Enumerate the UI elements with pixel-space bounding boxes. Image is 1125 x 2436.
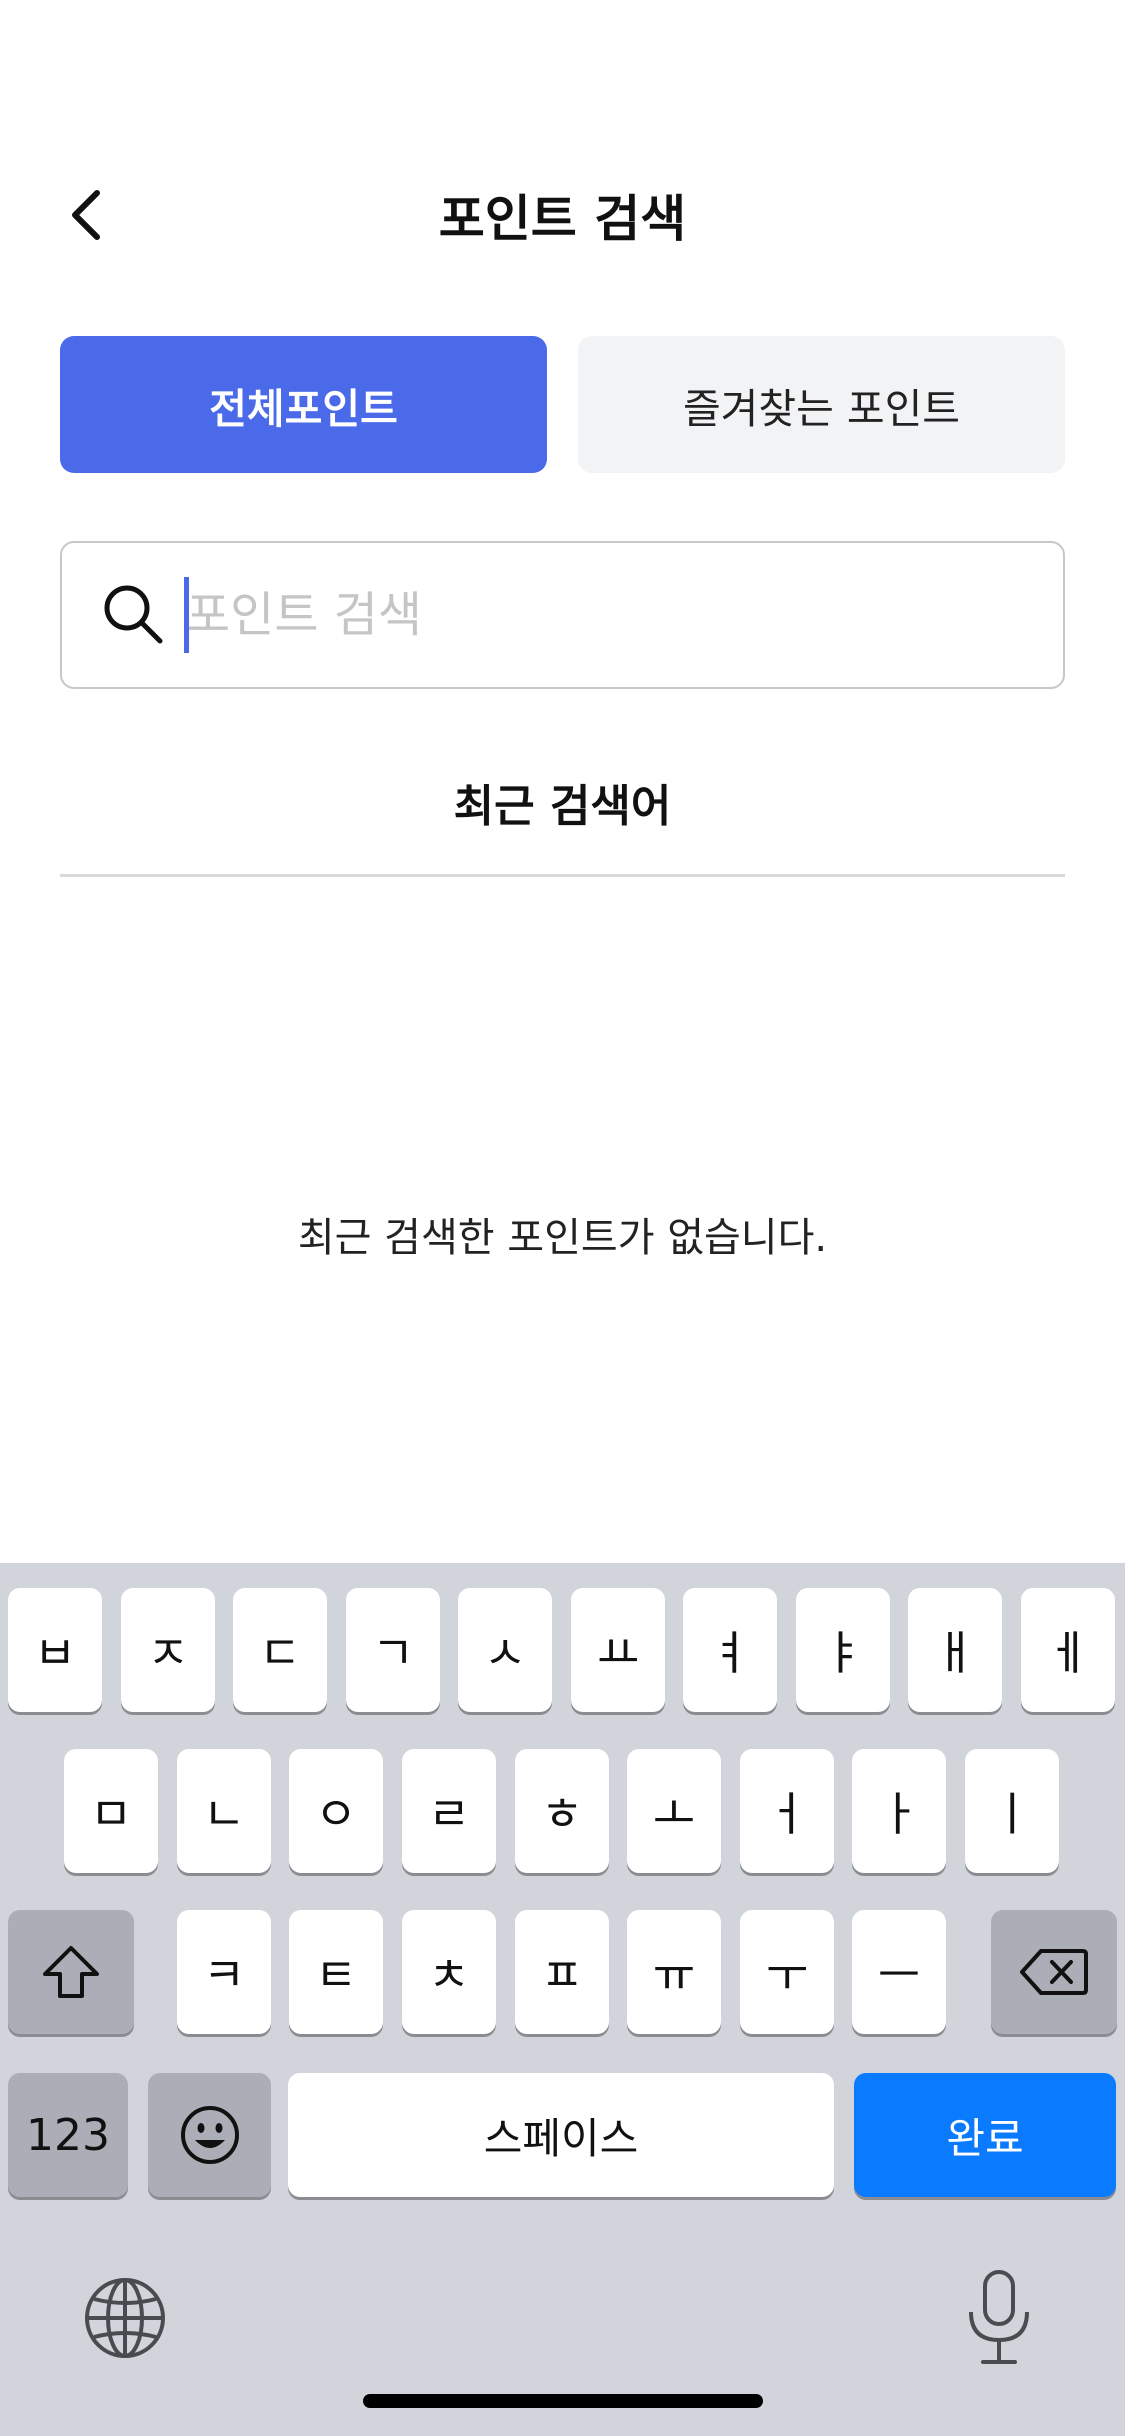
- key[interactable]: ㄹ: [402, 1749, 496, 1873]
- key[interactable]: ㅗ: [627, 1749, 721, 1873]
- keyboard: ㅂ ㅈ ㄷ ㄱ ㅅ ㅛ ㅕ ㅑ ㅐ ㅔ ㅁ ㄴ ㅇ ㄹ ㅎ ㅗ ㅓ ㅏ ㅣ ㅋ …: [0, 1563, 1125, 2436]
- numbers-key[interactable]: 123: [8, 2073, 128, 2197]
- key[interactable]: ㄱ: [346, 1588, 440, 1712]
- key[interactable]: ㅇ: [289, 1749, 383, 1873]
- page-title: 포인트 검색: [438, 190, 687, 248]
- backspace-key[interactable]: [991, 1910, 1117, 2034]
- key[interactable]: ㅔ: [1021, 1588, 1115, 1712]
- search-box[interactable]: [60, 541, 1065, 689]
- shift-key[interactable]: [8, 1910, 134, 2034]
- globe-icon: [85, 2278, 165, 2358]
- key[interactable]: ㄷ: [233, 1588, 327, 1712]
- text-cursor: [184, 577, 189, 653]
- globe-button[interactable]: [80, 2273, 170, 2363]
- chevron-left-icon: [72, 190, 100, 240]
- key[interactable]: ㅋ: [177, 1910, 271, 2034]
- divider: [60, 874, 1065, 877]
- space-key[interactable]: 스페이스: [288, 2073, 834, 2197]
- key[interactable]: ㅏ: [852, 1749, 946, 1873]
- key[interactable]: ㅑ: [796, 1588, 890, 1712]
- key[interactable]: ㅅ: [458, 1588, 552, 1712]
- key[interactable]: ㅂ: [8, 1588, 102, 1712]
- search-icon: [104, 585, 163, 644]
- key[interactable]: ㅊ: [402, 1910, 496, 2034]
- dictation-button[interactable]: [963, 2268, 1035, 2368]
- key[interactable]: ㄴ: [177, 1749, 271, 1873]
- header: 포인트 검색: [0, 150, 1125, 280]
- key[interactable]: ㅁ: [64, 1749, 158, 1873]
- empty-state-message: 최근 검색한 포인트가 없습니다.: [297, 1215, 828, 1261]
- done-key[interactable]: 완료: [854, 2073, 1116, 2197]
- key[interactable]: ㅣ: [965, 1749, 1059, 1873]
- key[interactable]: ㅎ: [515, 1749, 609, 1873]
- tab-favorite-points[interactable]: 즐겨찾는 포인트: [578, 336, 1065, 473]
- key[interactable]: ㅌ: [289, 1910, 383, 2034]
- tab-bar: 전체포인트 즐겨찾는 포인트: [60, 336, 1065, 473]
- tab-all-points[interactable]: 전체포인트: [60, 336, 547, 473]
- emoji-icon: [180, 2106, 239, 2164]
- home-indicator: [363, 2394, 763, 2408]
- microphone-icon: [969, 2270, 1029, 2364]
- key[interactable]: ㅓ: [740, 1749, 834, 1873]
- key[interactable]: ㅡ: [852, 1910, 946, 2034]
- key[interactable]: ㅠ: [627, 1910, 721, 2034]
- key[interactable]: ㅈ: [121, 1588, 215, 1712]
- key[interactable]: ㅍ: [515, 1910, 609, 2034]
- key[interactable]: ㅛ: [571, 1588, 665, 1712]
- recent-searches-heading: 최근 검색어: [453, 781, 672, 832]
- key[interactable]: ㅜ: [740, 1910, 834, 2034]
- emoji-key[interactable]: [148, 2073, 271, 2197]
- backspace-icon: [1020, 1949, 1088, 1995]
- shift-icon: [43, 1946, 99, 1998]
- search-input[interactable]: [186, 543, 1026, 687]
- back-button[interactable]: [50, 180, 120, 250]
- key[interactable]: ㅕ: [683, 1588, 777, 1712]
- key[interactable]: ㅐ: [908, 1588, 1002, 1712]
